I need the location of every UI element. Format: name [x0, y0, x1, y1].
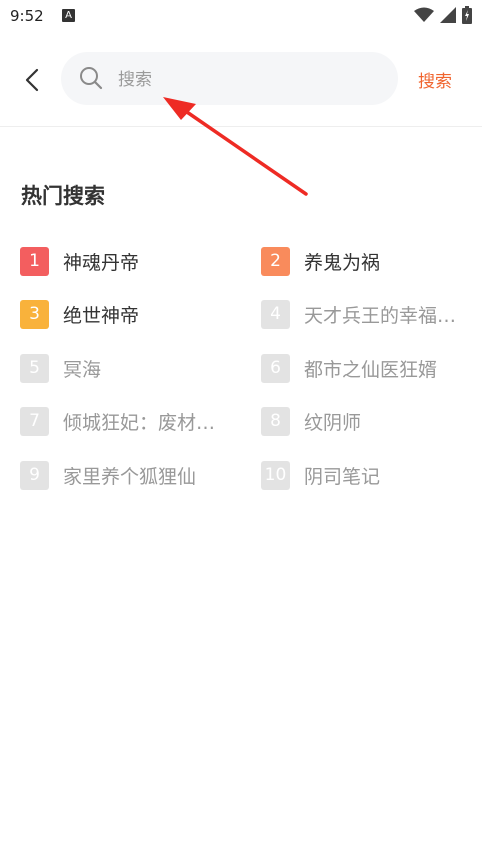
- rank-badge: 3: [20, 299, 49, 329]
- search-icon: [80, 67, 103, 90]
- hot-search-item-1[interactable]: 1 神魂丹帝: [20, 246, 240, 276]
- rank-badge: 10: [261, 460, 290, 490]
- hot-search-item-title: 冥海: [63, 358, 102, 381]
- hot-search-item-title: 纹阴师: [304, 411, 362, 434]
- hot-search-item-title: 倾城狂妃：废材逆天: [63, 411, 228, 434]
- search-header: 搜索: [0, 34, 482, 127]
- hot-search-item-6[interactable]: 6 都市之仙医狂婿: [261, 353, 481, 383]
- chevron-left-icon: [25, 68, 39, 92]
- hot-search-item-title: 都市之仙医狂婿: [304, 358, 438, 381]
- hot-search-item-8[interactable]: 8 纹阴师: [261, 406, 481, 436]
- search-input[interactable]: [116, 62, 390, 97]
- wifi-icon: [414, 7, 434, 22]
- hot-search-item-9[interactable]: 9 家里养个狐狸仙: [20, 460, 240, 490]
- hot-search-item-10[interactable]: 10 阴司笔记: [261, 460, 481, 490]
- rank-badge: 1: [20, 246, 49, 276]
- rank-badge: 2: [261, 246, 290, 276]
- status-time: 9:52: [10, 7, 44, 25]
- rank-badge: 5: [20, 353, 49, 383]
- back-button[interactable]: [14, 62, 50, 98]
- hot-search-item-title: 家里养个狐狸仙: [63, 465, 197, 488]
- notification-icon: A: [62, 9, 75, 22]
- search-button[interactable]: 搜索: [418, 67, 452, 92]
- status-bar: 9:52 A: [0, 0, 482, 34]
- hot-search-item-title: 绝世神帝: [63, 304, 140, 327]
- search-box[interactable]: [61, 52, 398, 105]
- rank-badge: 4: [261, 299, 290, 329]
- hot-search-item-title: 阴司笔记: [304, 465, 381, 488]
- hot-search-item-7[interactable]: 7 倾城狂妃：废材逆天: [20, 406, 240, 436]
- rank-badge: 6: [261, 353, 290, 383]
- hot-search-item-4[interactable]: 4 天才兵王的幸福生活: [261, 299, 481, 329]
- signal-icon: [440, 7, 456, 23]
- hot-search-item-title: 天才兵王的幸福生活: [304, 304, 469, 327]
- rank-badge: 8: [261, 406, 290, 436]
- hot-search-item-2[interactable]: 2 养鬼为祸: [261, 246, 481, 276]
- hot-search-item-title: 养鬼为祸: [304, 251, 381, 274]
- status-icons: [414, 6, 472, 24]
- rank-badge: 7: [20, 406, 49, 436]
- hot-search-item-5[interactable]: 5 冥海: [20, 353, 240, 383]
- hot-search-item-title: 神魂丹帝: [63, 251, 140, 274]
- hot-search-item-3[interactable]: 3 绝世神帝: [20, 299, 240, 329]
- battery-icon: [462, 6, 472, 24]
- hot-search-title: 热门搜索: [21, 184, 105, 208]
- rank-badge: 9: [20, 460, 49, 490]
